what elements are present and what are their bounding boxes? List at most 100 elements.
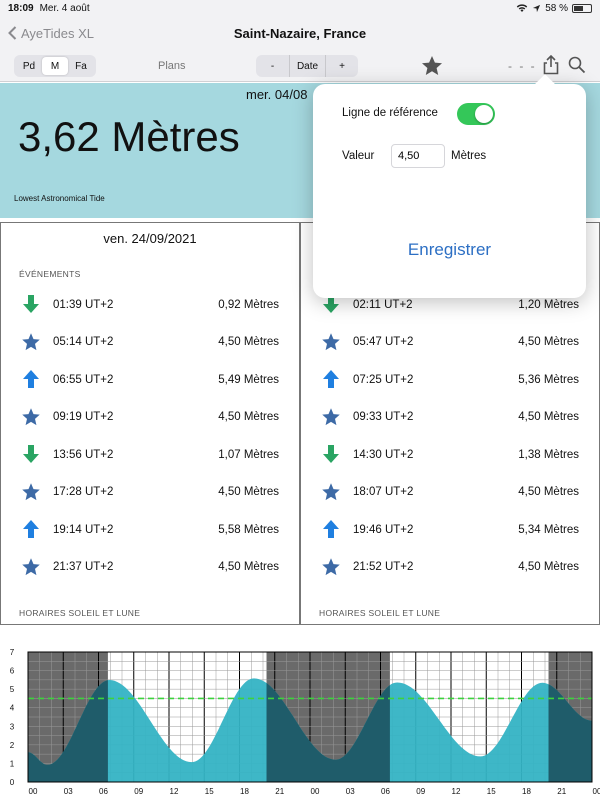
- event-height: 4,50 Mètres: [218, 336, 279, 349]
- x-tick-label: 15: [487, 787, 496, 796]
- plans-link[interactable]: Plans: [158, 60, 186, 72]
- event-time: 13:56 UT+2: [53, 448, 114, 461]
- x-tick-label: 12: [170, 787, 179, 796]
- y-tick-label: 4: [10, 704, 15, 713]
- options-dashes[interactable]: - - -: [508, 59, 537, 73]
- x-tick-label: 00: [29, 787, 38, 796]
- x-tick-label: 18: [240, 787, 249, 796]
- back-button[interactable]: AyeTides XL: [0, 26, 94, 41]
- chevron-left-icon: [8, 26, 17, 40]
- current-date: mer. 04/08: [246, 87, 308, 102]
- event-row: 05:47 UT+2 4,50 Mètres: [301, 324, 599, 362]
- events-section-title: ÉVÉNEMENTS: [19, 269, 81, 279]
- event-time: 19:14 UT+2: [53, 523, 114, 536]
- reference-crossing-star-icon: [321, 407, 341, 427]
- value-label: Valeur: [342, 150, 375, 162]
- reference-line-toggle[interactable]: [457, 103, 495, 125]
- event-row: 19:14 UT+2 5,58 Mètres: [1, 511, 299, 549]
- event-row: 09:19 UT+2 4,50 Mètres: [1, 399, 299, 437]
- high-tide-arrow-icon: [21, 519, 41, 539]
- segment-fa[interactable]: Fa: [68, 57, 94, 75]
- x-tick-label: 15: [205, 787, 214, 796]
- event-time: 21:37 UT+2: [53, 561, 114, 574]
- x-tick-label: 09: [416, 787, 425, 796]
- event-height: 4,50 Mètres: [218, 561, 279, 574]
- status-right: 58 %: [516, 3, 592, 14]
- event-time: 06:55 UT+2: [53, 373, 114, 386]
- event-time: 17:28 UT+2: [53, 486, 114, 499]
- period-segmented-control: Pd M Fa: [14, 55, 96, 77]
- x-tick-label: 06: [99, 787, 108, 796]
- event-time: 01:39 UT+2: [53, 298, 114, 311]
- toolbar: Pd M Fa Plans - Date + - - -: [0, 50, 600, 82]
- date-minus-button[interactable]: -: [256, 55, 290, 77]
- event-time: 07:25 UT+2: [353, 373, 414, 386]
- event-height: 5,36 Mètres: [518, 373, 579, 386]
- save-button[interactable]: Enregistrer: [313, 240, 586, 260]
- event-height: 4,50 Mètres: [518, 561, 579, 574]
- sun-moon-section-title: HORAIRES SOLEIL ET LUNE: [19, 608, 141, 618]
- reference-crossing-star-icon: [321, 557, 341, 577]
- wifi-icon: [517, 4, 528, 12]
- y-tick-label: 2: [10, 741, 15, 750]
- event-height: 1,07 Mètres: [218, 448, 279, 461]
- high-tide-arrow-icon: [321, 369, 341, 389]
- nav-bar: AyeTides XL Saint-Nazaire, France: [0, 16, 600, 50]
- event-height: 1,20 Mètres: [518, 298, 579, 311]
- low-tide-arrow-icon: [21, 444, 41, 464]
- event-row: 01:39 UT+2 0,92 Mètres: [1, 286, 299, 324]
- event-row: 06:55 UT+2 5,49 Mètres: [1, 361, 299, 399]
- y-tick-label: 1: [10, 759, 15, 768]
- x-tick-label: 21: [275, 787, 284, 796]
- x-tick-label: 18: [522, 787, 531, 796]
- x-tick-label: 21: [557, 787, 566, 796]
- event-time: 18:07 UT+2: [353, 486, 414, 499]
- reference-datum: Lowest Astronomical Tide: [14, 194, 105, 203]
- status-time: 18:09: [8, 2, 34, 14]
- reference-line-label: Ligne de référence: [342, 107, 438, 119]
- event-height: 5,49 Mètres: [218, 373, 279, 386]
- event-time: 21:52 UT+2: [353, 561, 414, 574]
- y-tick-label: 5: [10, 685, 15, 694]
- event-row: 19:46 UT+2 5,34 Mètres: [301, 511, 599, 549]
- event-row: 09:33 UT+2 4,50 Mètres: [301, 399, 599, 437]
- date-plus-button[interactable]: +: [326, 55, 358, 77]
- event-height: 4,50 Mètres: [218, 411, 279, 424]
- reference-crossing-star-icon: [21, 332, 41, 352]
- event-time: 19:46 UT+2: [353, 523, 414, 536]
- current-height: 3,62 Mètres: [18, 113, 240, 160]
- event-height: 4,50 Mètres: [218, 486, 279, 499]
- share-icon[interactable]: [542, 55, 560, 75]
- y-tick-label: 6: [10, 667, 15, 676]
- reference-crossing-star-icon: [321, 482, 341, 502]
- search-icon[interactable]: [568, 56, 586, 74]
- low-tide-arrow-icon: [21, 294, 41, 314]
- battery-icon: [572, 3, 592, 13]
- x-tick-label: 06: [381, 787, 390, 796]
- reference-crossing-star-icon: [21, 482, 41, 502]
- event-time: 05:14 UT+2: [53, 336, 114, 349]
- segment-m[interactable]: M: [42, 57, 68, 75]
- y-tick-label: 7: [10, 648, 15, 657]
- event-height: 1,38 Mètres: [518, 448, 579, 461]
- day-title: ven. 24/09/2021: [103, 231, 197, 246]
- event-row: 05:14 UT+2 4,50 Mètres: [1, 324, 299, 362]
- event-time: 09:19 UT+2: [53, 411, 114, 424]
- value-input[interactable]: [391, 144, 445, 168]
- favorite-star-icon[interactable]: [420, 54, 444, 78]
- x-tick-label: 00: [311, 787, 320, 796]
- date-button[interactable]: Date: [290, 55, 326, 77]
- location-icon: [533, 4, 541, 12]
- status-bar: 18:09 Mer. 4 août 58 %: [0, 0, 600, 16]
- back-label: AyeTides XL: [21, 25, 94, 41]
- event-time: 05:47 UT+2: [353, 336, 414, 349]
- events-list: 01:39 UT+2 0,92 Mètres 05:14 UT+2 4,50 Mètr…: [1, 286, 299, 586]
- y-tick-label: 3: [10, 722, 15, 731]
- segment-pd[interactable]: Pd: [16, 57, 42, 75]
- x-tick-label: 12: [452, 787, 461, 796]
- x-tick-label: 03: [64, 787, 73, 796]
- high-tide-arrow-icon: [321, 519, 341, 539]
- event-height: 5,58 Mètres: [218, 523, 279, 536]
- day-column-left: ven. 24/09/2021 ÉVÉNEMENTS 01:39 UT+2 0,9…: [0, 222, 300, 625]
- reference-crossing-star-icon: [321, 332, 341, 352]
